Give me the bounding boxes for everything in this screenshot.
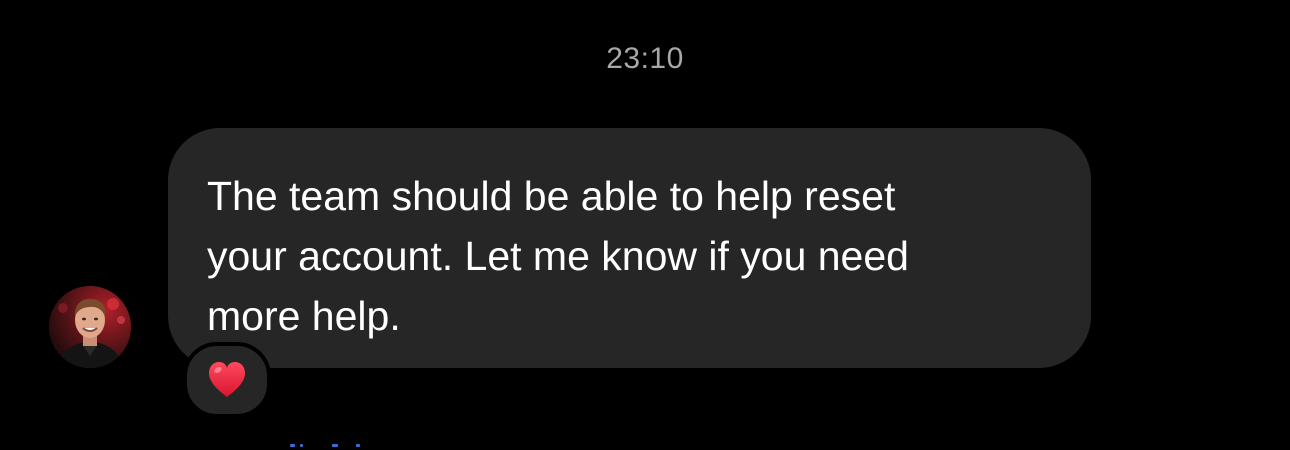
sender-avatar[interactable] <box>49 286 131 368</box>
message-text: The team should be able to help reset yo… <box>207 173 909 339</box>
heart-icon <box>209 362 245 397</box>
message-timestamp: 23:10 <box>606 42 684 75</box>
profile-photo-icon <box>49 286 131 368</box>
reaction-badge[interactable] <box>183 342 271 418</box>
next-message-fragment <box>286 442 376 450</box>
message-bubble[interactable]: The team should be able to help reset yo… <box>168 128 1091 368</box>
